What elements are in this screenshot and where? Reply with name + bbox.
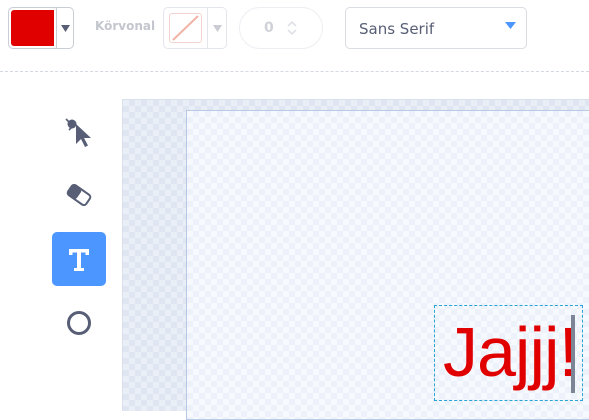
outline-width-value[interactable]: 0 [264,20,274,36]
reshape-pointer-icon [65,118,91,147]
spinner-arrows-icon[interactable] [286,19,298,37]
tool-eraser-button[interactable] [52,168,106,222]
text-edit-box[interactable]: Jajjj! [434,305,583,401]
fill-color-swatch[interactable] [11,10,54,46]
outline-label: Körvonal [95,19,156,33]
eraser-icon [66,183,92,207]
text-t-icon [69,249,89,271]
caret-down-icon [505,22,516,29]
text-cursor [571,315,575,393]
outline-width-stepper[interactable]: 0 [239,7,323,49]
paint-toolbar: Körvonal 0 Sans Serif [0,0,589,72]
tool-text-button[interactable] [52,232,106,286]
chevron-down-icon [61,24,70,32]
toolbar-divider [0,71,589,72]
outline-dropdown-button[interactable] [207,8,226,48]
circle-icon [67,311,91,335]
font-family-value: Sans Serif [359,20,435,38]
tool-reshape-button[interactable] [52,104,106,158]
canvas-text[interactable]: Jajjj! [443,306,578,398]
fill-dropdown-button[interactable] [56,8,73,48]
tool-circle-button[interactable] [52,296,106,350]
font-family-select[interactable]: Sans Serif [345,7,527,49]
chevron-down-icon [213,24,222,32]
no-color-icon [172,15,199,41]
outline-color-swatch[interactable] [169,13,202,43]
fill-color-picker[interactable] [8,7,74,49]
outline-color-picker[interactable] [163,7,227,49]
